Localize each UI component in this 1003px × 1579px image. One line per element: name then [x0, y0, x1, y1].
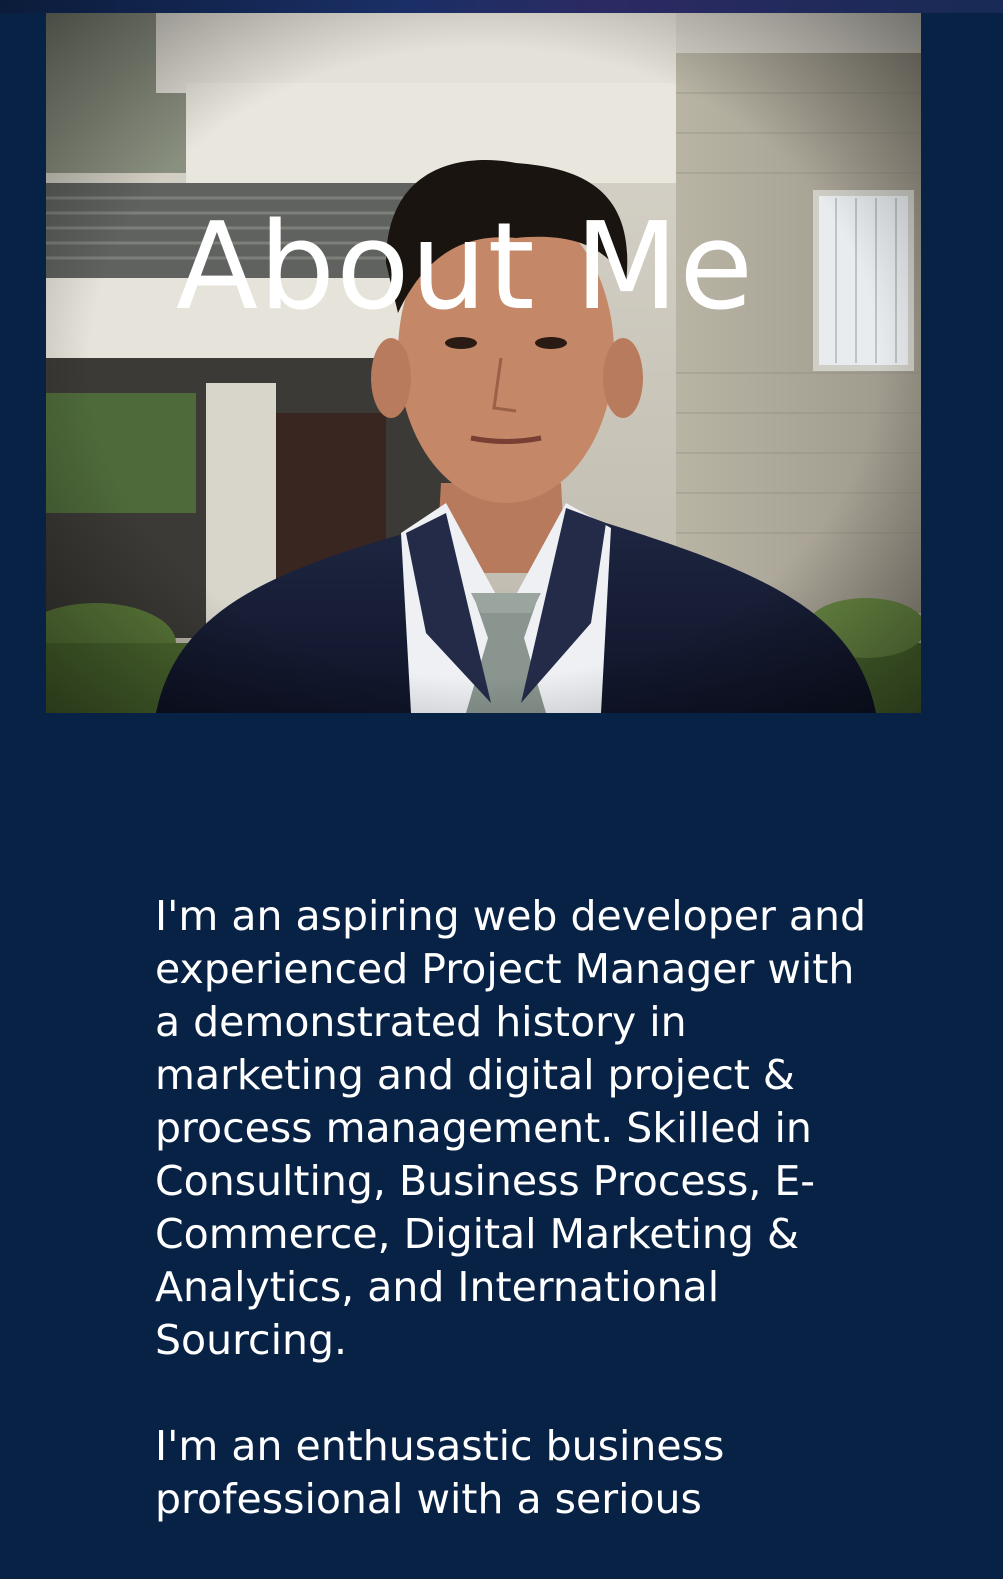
bio-paragraph: I'm an aspiring web developer and experi… — [155, 892, 866, 1364]
top-banner-strip — [0, 0, 1003, 13]
bio-section: I'm an aspiring web developer and experi… — [155, 890, 875, 1579]
about-hero — [46, 13, 921, 713]
portrait-photo — [46, 13, 921, 713]
bio-paragraph: I'm an enthusastic business professional… — [155, 1422, 725, 1523]
page-title: About Me — [175, 198, 755, 337]
